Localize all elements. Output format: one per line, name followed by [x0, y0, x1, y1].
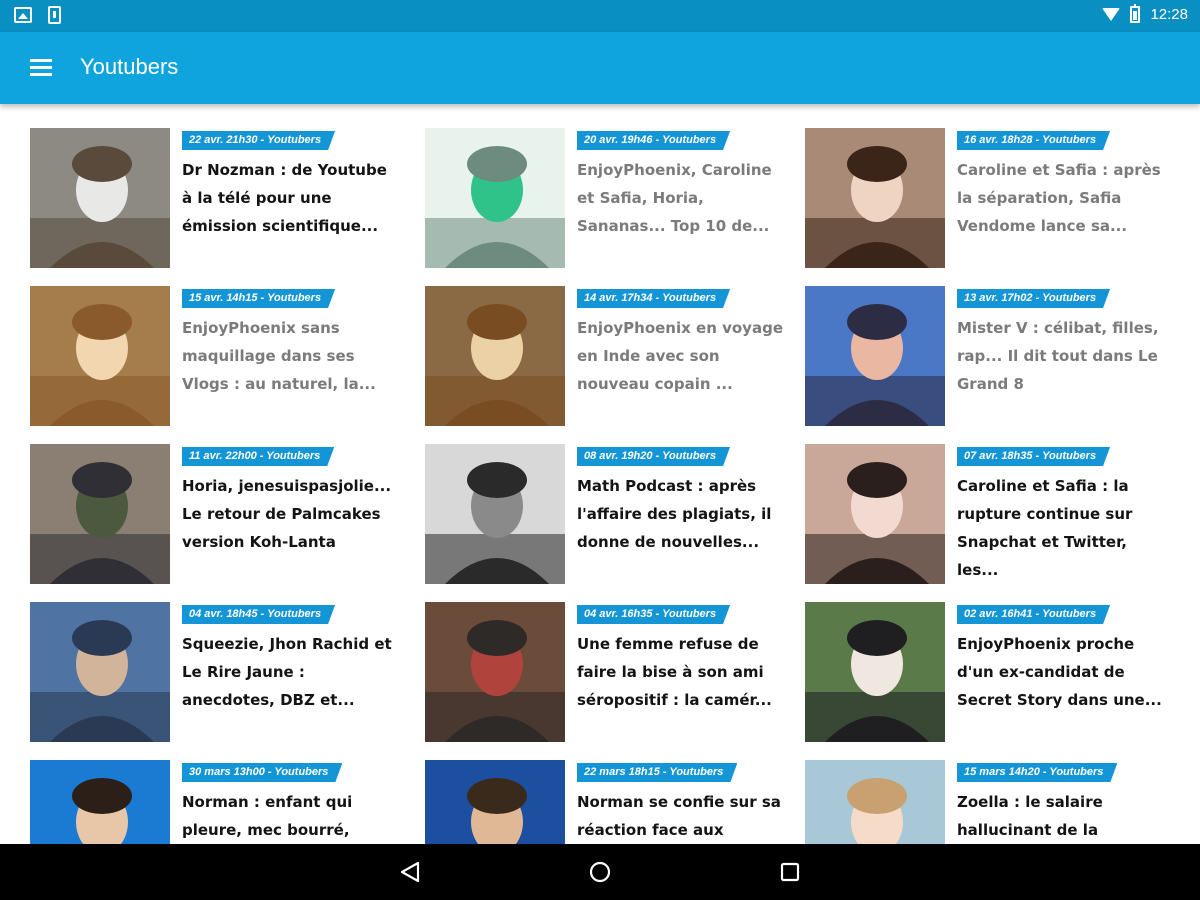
article-title: Zoella : le salaire hallucinant de la	[957, 793, 1103, 839]
home-circle-icon[interactable]	[588, 860, 612, 884]
article-thumbnail[interactable]	[805, 128, 945, 268]
article-thumbnail[interactable]	[425, 128, 565, 268]
article-card[interactable]: 30 mars 13h00 - Youtubers Norman : enfant…	[30, 760, 400, 844]
recents-square-icon[interactable]	[778, 860, 802, 884]
status-bar: 12:28	[0, 0, 1200, 32]
article-card[interactable]: 13 avr. 17h02 - Youtubers Mister V : céli…	[805, 286, 1175, 428]
back-triangle-icon[interactable]	[398, 860, 422, 884]
page-title: Youtubers	[80, 54, 179, 79]
article-card[interactable]: 15 avr. 14h15 - Youtubers EnjoyPhoenix sa…	[30, 286, 400, 428]
article-thumbnail[interactable]	[30, 128, 170, 268]
status-system-icons: 12:28	[1102, 4, 1188, 23]
article-title: Une femme refuse de faire la bise à son …	[577, 635, 772, 709]
article-title: Norman se confie sur sa réaction face au…	[577, 793, 781, 839]
article-date-tag: 13 avr. 17h02 - Youtubers	[957, 289, 1110, 308]
article-title: EnjoyPhoenix, Caroline et Safia, Horia, …	[577, 161, 772, 235]
article-thumbnail[interactable]	[30, 286, 170, 426]
article-thumbnail[interactable]	[30, 760, 170, 844]
article-thumbnail[interactable]	[425, 760, 565, 844]
article-title: Caroline et Safia : la rupture continue …	[957, 477, 1133, 579]
article-card[interactable]: 04 avr. 18h45 - Youtubers Squeezie, Jhon …	[30, 602, 400, 744]
article-title: EnjoyPhoenix sans maquillage dans ses Vl…	[182, 319, 376, 393]
article-card[interactable]: 07 avr. 18h35 - Youtubers Caroline et Saf…	[805, 444, 1175, 586]
article-title: Caroline et Safia : après la séparation,…	[957, 161, 1161, 235]
article-date-tag: 16 avr. 18h28 - Youtubers	[957, 131, 1110, 150]
status-notifications	[14, 6, 61, 25]
article-date-tag: 22 mars 18h15 - Youtubers	[577, 763, 737, 782]
article-card[interactable]: 22 avr. 21h30 - Youtubers Dr Nozman : de …	[30, 128, 400, 270]
article-date-tag: 30 mars 13h00 - Youtubers	[182, 763, 342, 782]
article-thumbnail[interactable]	[30, 602, 170, 742]
article-thumbnail[interactable]	[425, 444, 565, 584]
article-date-tag: 15 avr. 14h15 - Youtubers	[182, 289, 335, 308]
article-card[interactable]: 22 mars 18h15 - Youtubers Norman se confi…	[425, 760, 795, 844]
article-title: EnjoyPhoenix proche d'un ex-candidat de …	[957, 635, 1162, 709]
article-title: Math Podcast : après l'affaire des plagi…	[577, 477, 772, 551]
article-card[interactable]: 08 avr. 19h20 - Youtubers Math Podcast : …	[425, 444, 795, 586]
article-date-tag: 04 avr. 16h35 - Youtubers	[577, 605, 730, 624]
navigation-bar	[0, 844, 1200, 900]
article-card[interactable]: 16 avr. 18h28 - Youtubers Caroline et Saf…	[805, 128, 1175, 270]
hamburger-menu-icon[interactable]	[28, 56, 56, 80]
article-date-tag: 22 avr. 21h30 - Youtubers	[182, 131, 335, 150]
article-date-tag: 15 mars 14h20 - Youtubers	[957, 763, 1117, 782]
article-card[interactable]: 14 avr. 17h34 - Youtubers EnjoyPhoenix en…	[425, 286, 795, 428]
article-thumbnail[interactable]	[425, 286, 565, 426]
article-title: Norman : enfant qui pleure, mec bourré,	[182, 793, 353, 839]
article-card[interactable]: 04 avr. 16h35 - Youtubers Une femme refus…	[425, 602, 795, 744]
article-card[interactable]: 15 mars 14h20 - Youtubers Zoella : le sal…	[805, 760, 1175, 844]
article-title: EnjoyPhoenix en voyage en Inde avec son …	[577, 319, 783, 393]
article-thumbnail[interactable]	[805, 602, 945, 742]
article-thumbnail[interactable]	[805, 760, 945, 844]
article-date-tag: 14 avr. 17h34 - Youtubers	[577, 289, 730, 308]
article-title: Dr Nozman : de Youtube à la télé pour un…	[182, 161, 387, 235]
app-bar: Youtubers	[0, 32, 1200, 104]
article-date-tag: 20 avr. 19h46 - Youtubers	[577, 131, 730, 150]
image-notification-icon	[14, 7, 32, 23]
phone-notification-icon	[48, 6, 61, 24]
article-thumbnail[interactable]	[805, 286, 945, 426]
article-card[interactable]: 02 avr. 16h41 - Youtubers EnjoyPhoenix pr…	[805, 602, 1175, 744]
wifi-icon	[1102, 8, 1121, 21]
battery-icon	[1130, 4, 1141, 23]
article-card[interactable]: 20 avr. 19h46 - Youtubers EnjoyPhoenix, C…	[425, 128, 795, 270]
article-title: Mister V : célibat, filles, rap... Il di…	[957, 319, 1159, 393]
article-date-tag: 08 avr. 19h20 - Youtubers	[577, 447, 730, 466]
article-title: Horia, jenesuispasjolie... Le retour de …	[182, 477, 392, 551]
status-time: 12:28	[1150, 6, 1188, 23]
article-date-tag: 07 avr. 18h35 - Youtubers	[957, 447, 1110, 466]
article-thumbnail[interactable]	[30, 444, 170, 584]
article-card[interactable]: 11 avr. 22h00 - Youtubers Horia, jenesuis…	[30, 444, 400, 586]
article-date-tag: 11 avr. 22h00 - Youtubers	[182, 447, 334, 466]
article-thumbnail[interactable]	[425, 602, 565, 742]
article-grid: 22 avr. 21h30 - Youtubers Dr Nozman : de …	[0, 104, 1200, 844]
article-title: Squeezie, Jhon Rachid et Le Rire Jaune :…	[182, 635, 392, 709]
article-thumbnail[interactable]	[805, 444, 945, 584]
article-date-tag: 02 avr. 16h41 - Youtubers	[957, 605, 1110, 624]
article-date-tag: 04 avr. 18h45 - Youtubers	[182, 605, 335, 624]
